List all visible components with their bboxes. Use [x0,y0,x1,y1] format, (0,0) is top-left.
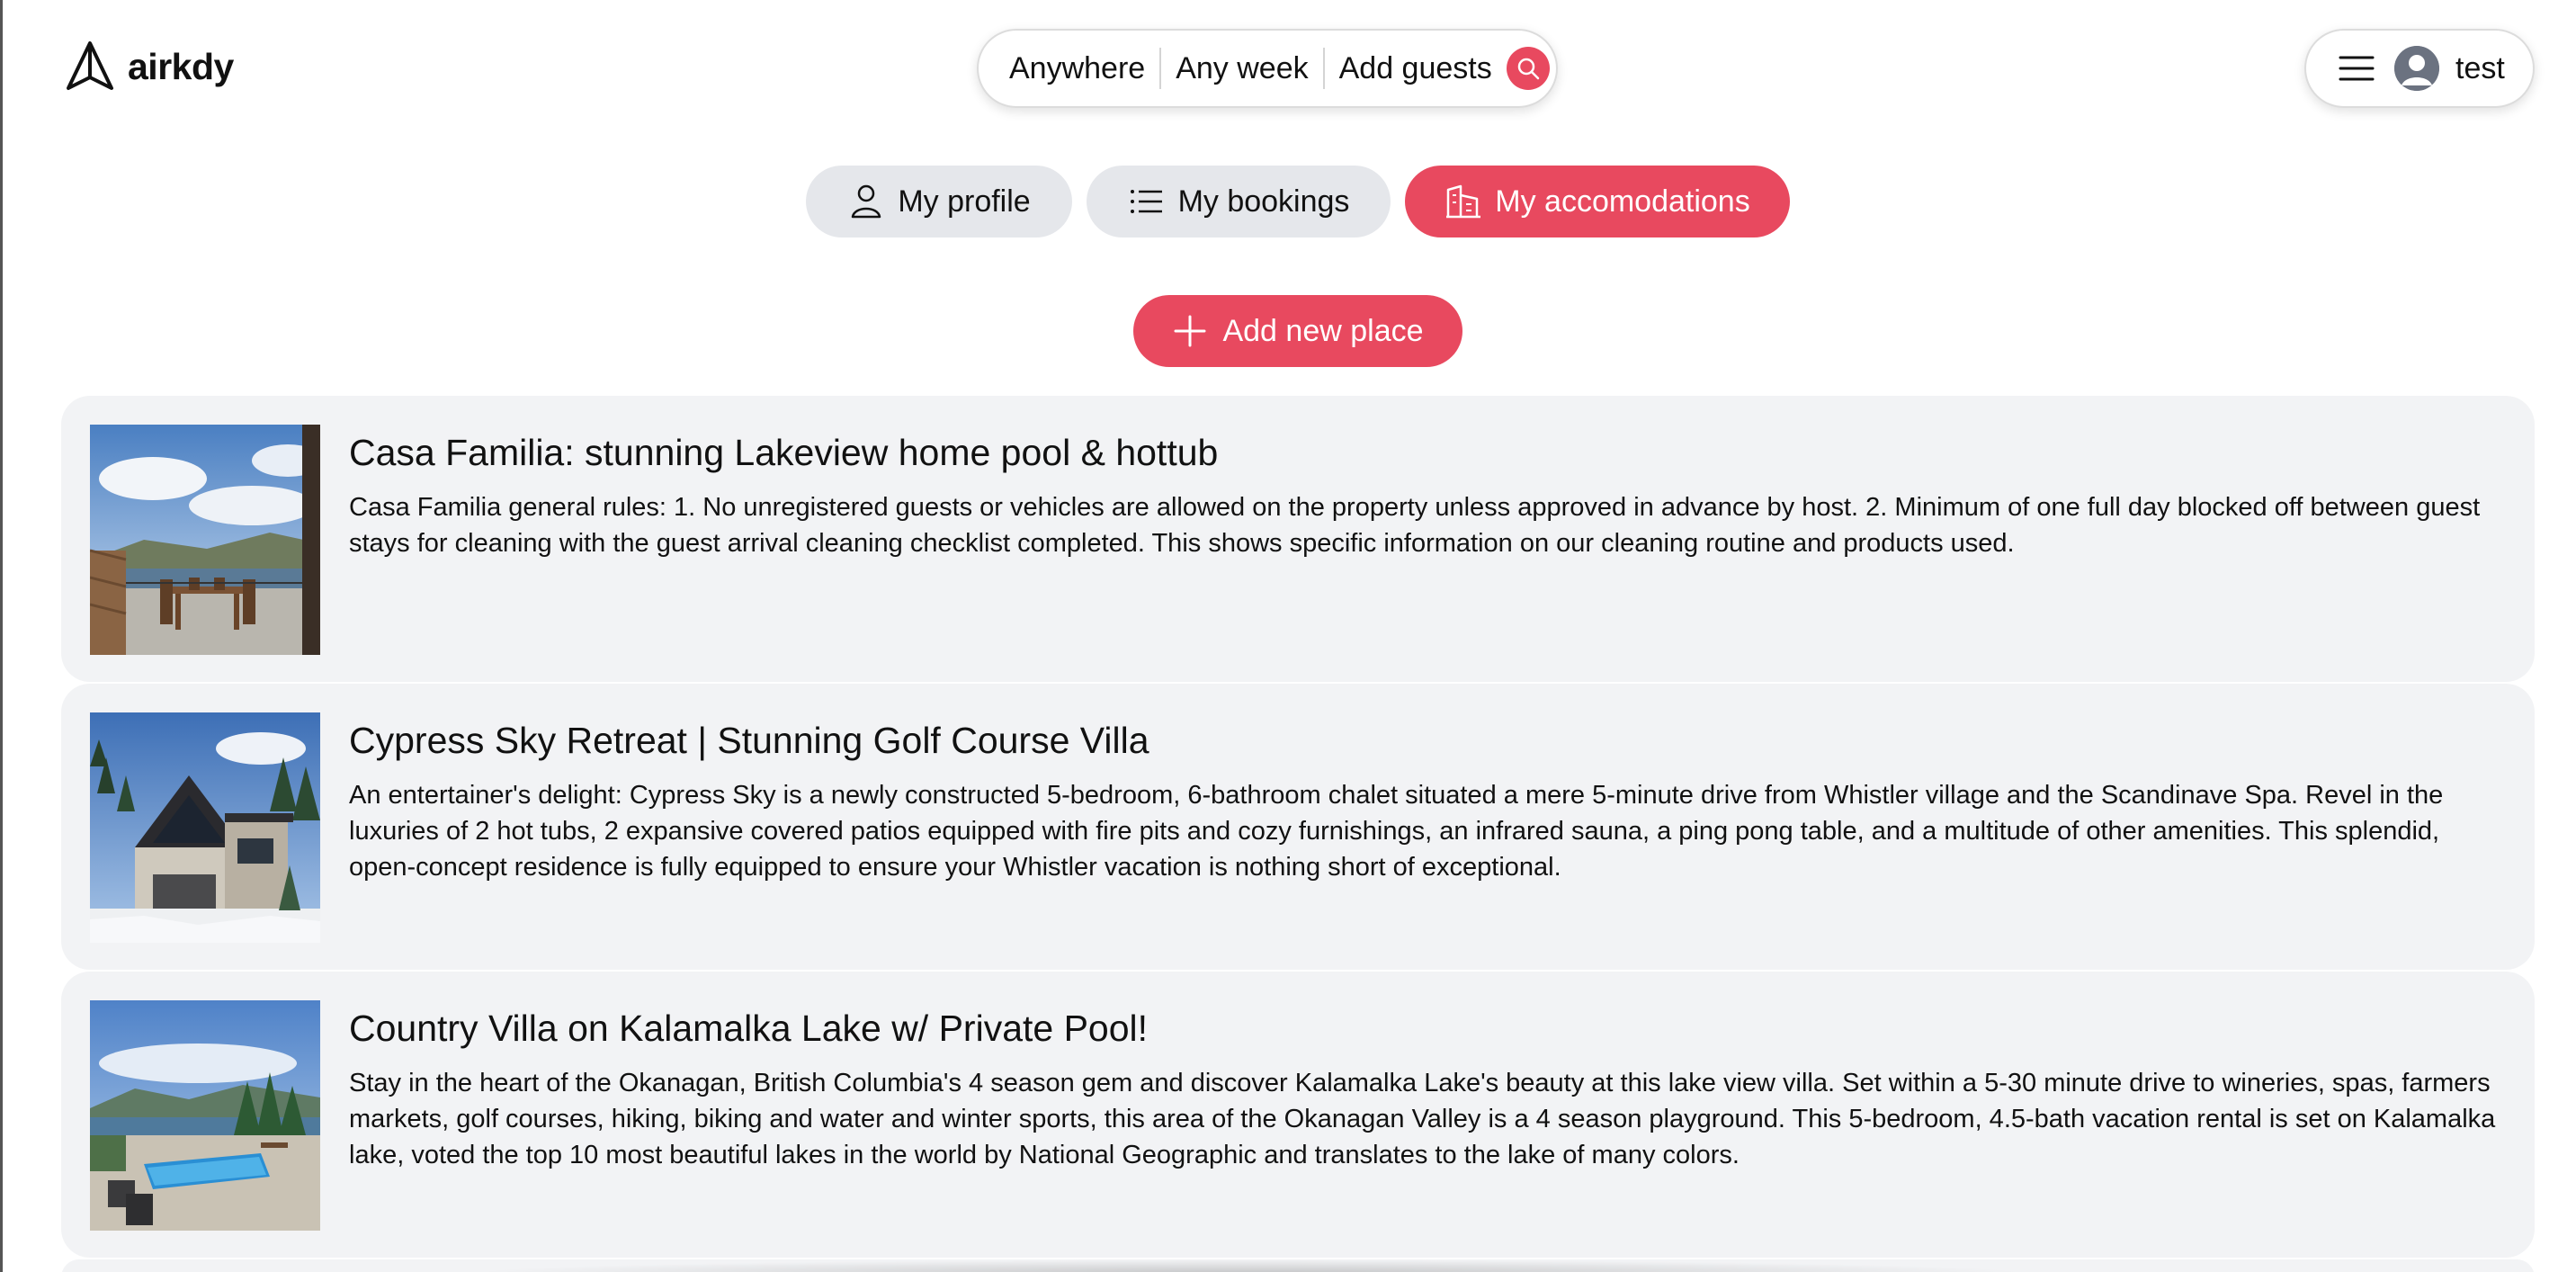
user-menu-button[interactable]: test [2304,29,2535,108]
listing-photo [90,425,320,655]
listing-card[interactable]: Casa Familia: stunning Lakeview home poo… [61,396,2535,682]
add-new-place-label: Add new place [1222,313,1424,348]
brand-name: airkdy [128,45,234,87]
listing-photo [90,1000,320,1231]
listing-title: Country Villa on Kalamalka Lake w/ Priva… [349,1008,1149,1049]
tab-my-profile[interactable]: My profile [806,166,1072,237]
listing-photo [90,712,320,943]
search-button[interactable] [1506,47,1550,90]
user-avatar-icon [2394,46,2439,91]
search-guests[interactable]: Add guests [1339,51,1492,86]
tab-my-accomodations[interactable]: My accomodations [1405,166,1790,237]
listing-card[interactable]: Cypress Sky Retreat | Stunning Golf Cour… [61,684,2535,970]
search-divider [1159,48,1162,89]
paper-plane-icon [67,41,113,90]
building-icon [1446,184,1481,219]
search-bar[interactable]: Anywhere Any week Add guests [977,29,1558,108]
plus-icon [1174,315,1206,347]
search-where[interactable]: Anywhere [1009,51,1145,86]
tab-label: My profile [898,184,1031,219]
search-divider [1322,48,1325,89]
search-when[interactable]: Any week [1176,51,1308,86]
lakeview-patio-photo [90,425,320,655]
listing-title: Casa Familia: stunning Lakeview home poo… [349,432,1219,473]
bottom-shadow [468,1259,2033,1272]
listing-description: Stay in the heart of the Okanagan, Briti… [349,1069,2496,1169]
lake-pool-photo [90,1000,320,1231]
add-new-place-button[interactable]: Add new place [1133,295,1462,367]
person-icon [852,184,881,219]
listing-title: Cypress Sky Retreat | Stunning Golf Cour… [349,720,1149,761]
avatar [2394,46,2439,91]
user-name: test [2455,50,2505,85]
listing-description: Casa Familia general rules: 1. No unregi… [349,493,2481,558]
listing-card[interactable]: Country Villa on Kalamalka Lake w/ Priva… [61,972,2535,1258]
list-icon [1130,190,1162,213]
tab-label: My bookings [1177,184,1350,219]
account-tabs: My profile My bookings My accomodations [0,166,2576,237]
listing-description: An entertainer's delight: Cypress Sky is… [349,781,2444,882]
search-icon [1517,58,1539,80]
chalet-photo [90,712,320,943]
brand-logo[interactable]: airkdy [65,40,234,94]
menu-icon [2339,54,2375,83]
tab-my-bookings[interactable]: My bookings [1087,166,1391,237]
tab-label: My accomodations [1495,184,1750,219]
